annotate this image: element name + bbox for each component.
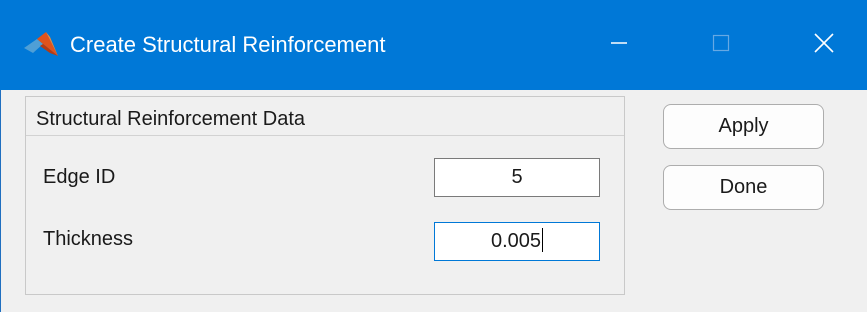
panel-divider (26, 135, 624, 136)
edge-id-value: 5 (511, 166, 523, 188)
thickness-field[interactable]: 0.005 (434, 222, 600, 261)
matlab-logo-icon (22, 31, 62, 59)
edge-id-field[interactable]: 5 (434, 158, 600, 197)
title-bar[interactable]: Create Structural Reinforcement (0, 0, 867, 90)
apply-button[interactable]: Apply (663, 104, 824, 149)
close-icon (814, 32, 834, 58)
dialog-window: Create Structural Reinforcement Structur… (0, 0, 867, 312)
minimize-icon (610, 34, 628, 57)
text-caret (542, 228, 544, 253)
window-title: Create Structural Reinforcement (70, 32, 386, 57)
maximize-icon (712, 34, 730, 57)
maximize-button[interactable] (686, 0, 756, 90)
close-button[interactable] (789, 0, 859, 90)
thickness-label: Thickness (43, 228, 134, 250)
done-button[interactable]: Done (663, 165, 824, 210)
structural-reinforcement-panel: Structural Reinforcement Data Edge ID 5 … (25, 96, 625, 295)
thickness-value: 0.005 (490, 230, 542, 252)
window-left-border (0, 90, 1, 312)
minimize-button[interactable] (584, 0, 654, 90)
edge-id-label: Edge ID (43, 166, 116, 188)
panel-title: Structural Reinforcement Data (36, 108, 306, 130)
